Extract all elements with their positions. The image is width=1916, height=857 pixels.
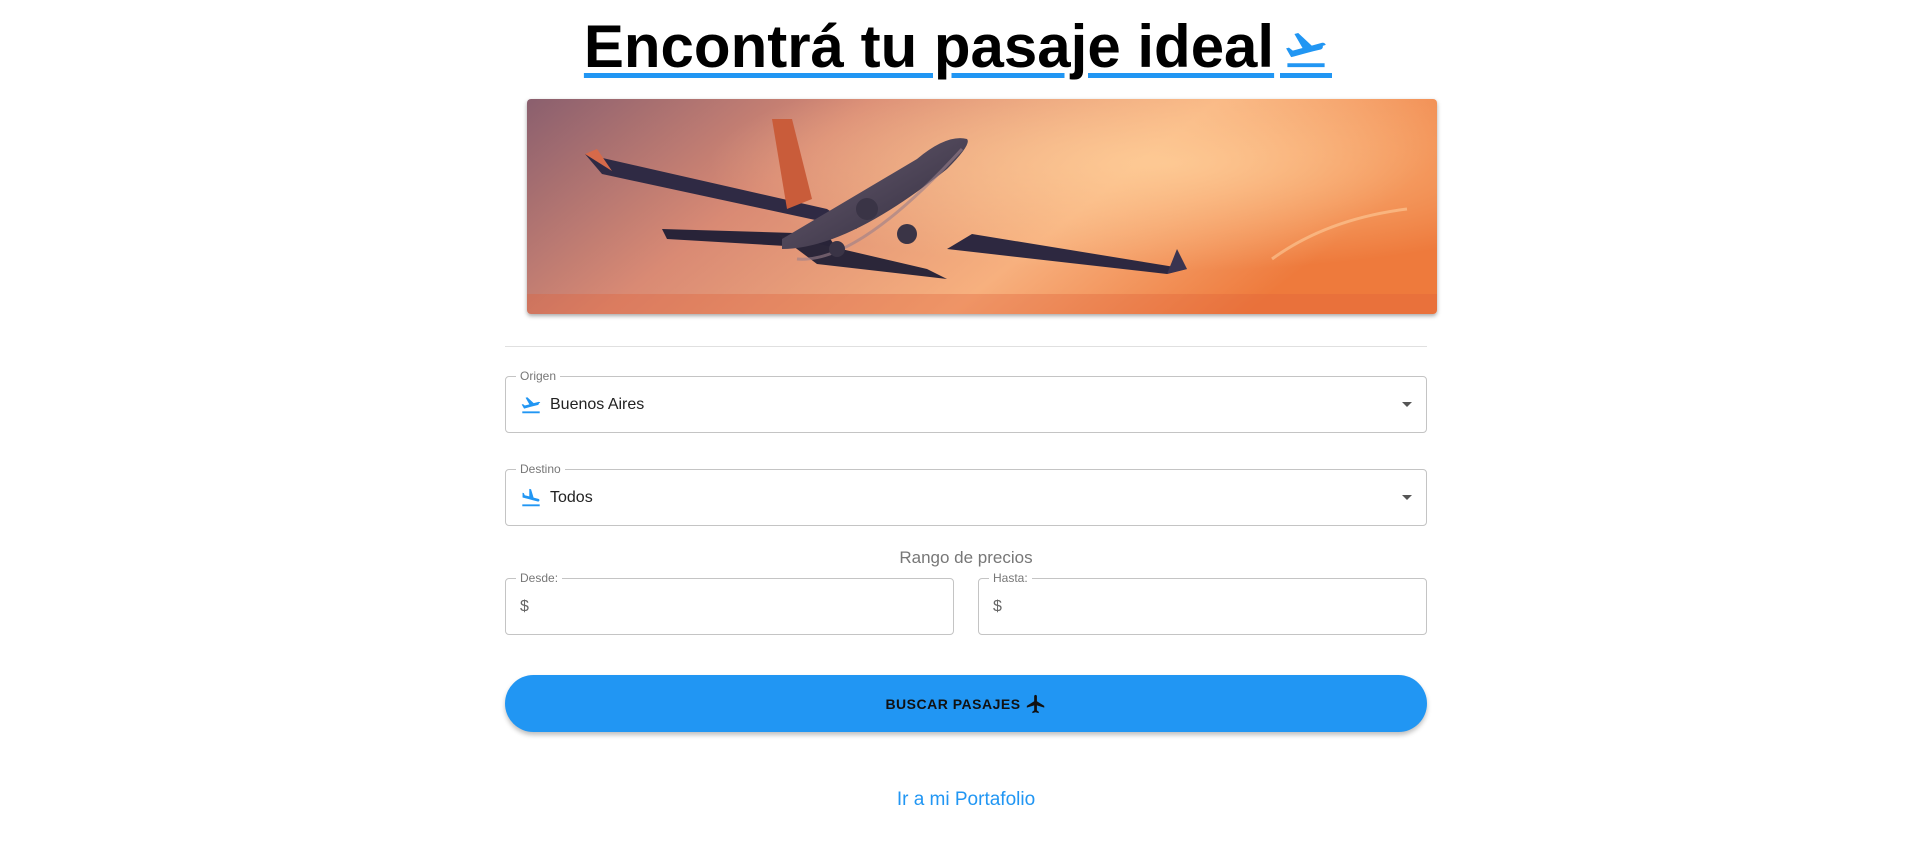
divider	[505, 346, 1427, 347]
page-title: Encontrá tu pasaje ideal	[583, 12, 1333, 82]
price-from-input[interactable]	[538, 579, 943, 634]
price-from-field[interactable]: Desde: $	[505, 571, 954, 635]
search-flights-label: BUSCAR PASAJES	[885, 695, 1021, 712]
price-to-input[interactable]	[1011, 579, 1416, 634]
flight-takeoff-icon	[521, 396, 541, 413]
chevron-down-icon[interactable]	[1402, 401, 1412, 407]
currency-prefix: $	[993, 597, 1002, 615]
chevron-down-icon[interactable]	[1402, 494, 1412, 500]
header: Encontrá tu pasaje ideal	[0, 12, 1916, 82]
flight-land-icon	[522, 488, 540, 506]
destination-value: Todos	[550, 488, 593, 506]
hero-banner	[527, 99, 1437, 314]
flight-takeoff-icon	[1280, 32, 1333, 78]
page-title-text: Encontrá tu pasaje ideal	[583, 13, 1275, 80]
airplane-sunset-image	[527, 99, 1437, 314]
origin-label: Origen	[516, 369, 561, 383]
airplane-icon	[1026, 694, 1044, 713]
origin-value: Buenos Aires	[550, 395, 645, 413]
currency-prefix: $	[520, 597, 529, 615]
portfolio-link[interactable]: Ir a mi Portafolio	[0, 789, 1916, 811]
price-to-field[interactable]: Hasta: $	[978, 571, 1427, 635]
search-flights-button[interactable]: BUSCAR PASAJES	[505, 675, 1427, 732]
origin-select[interactable]: Origen Buenos Aires	[505, 369, 1427, 433]
price-range-title: Rango de precios	[899, 548, 1033, 567]
destination-label: Destino	[516, 462, 565, 476]
destination-select[interactable]: Destino Todos	[505, 462, 1427, 526]
